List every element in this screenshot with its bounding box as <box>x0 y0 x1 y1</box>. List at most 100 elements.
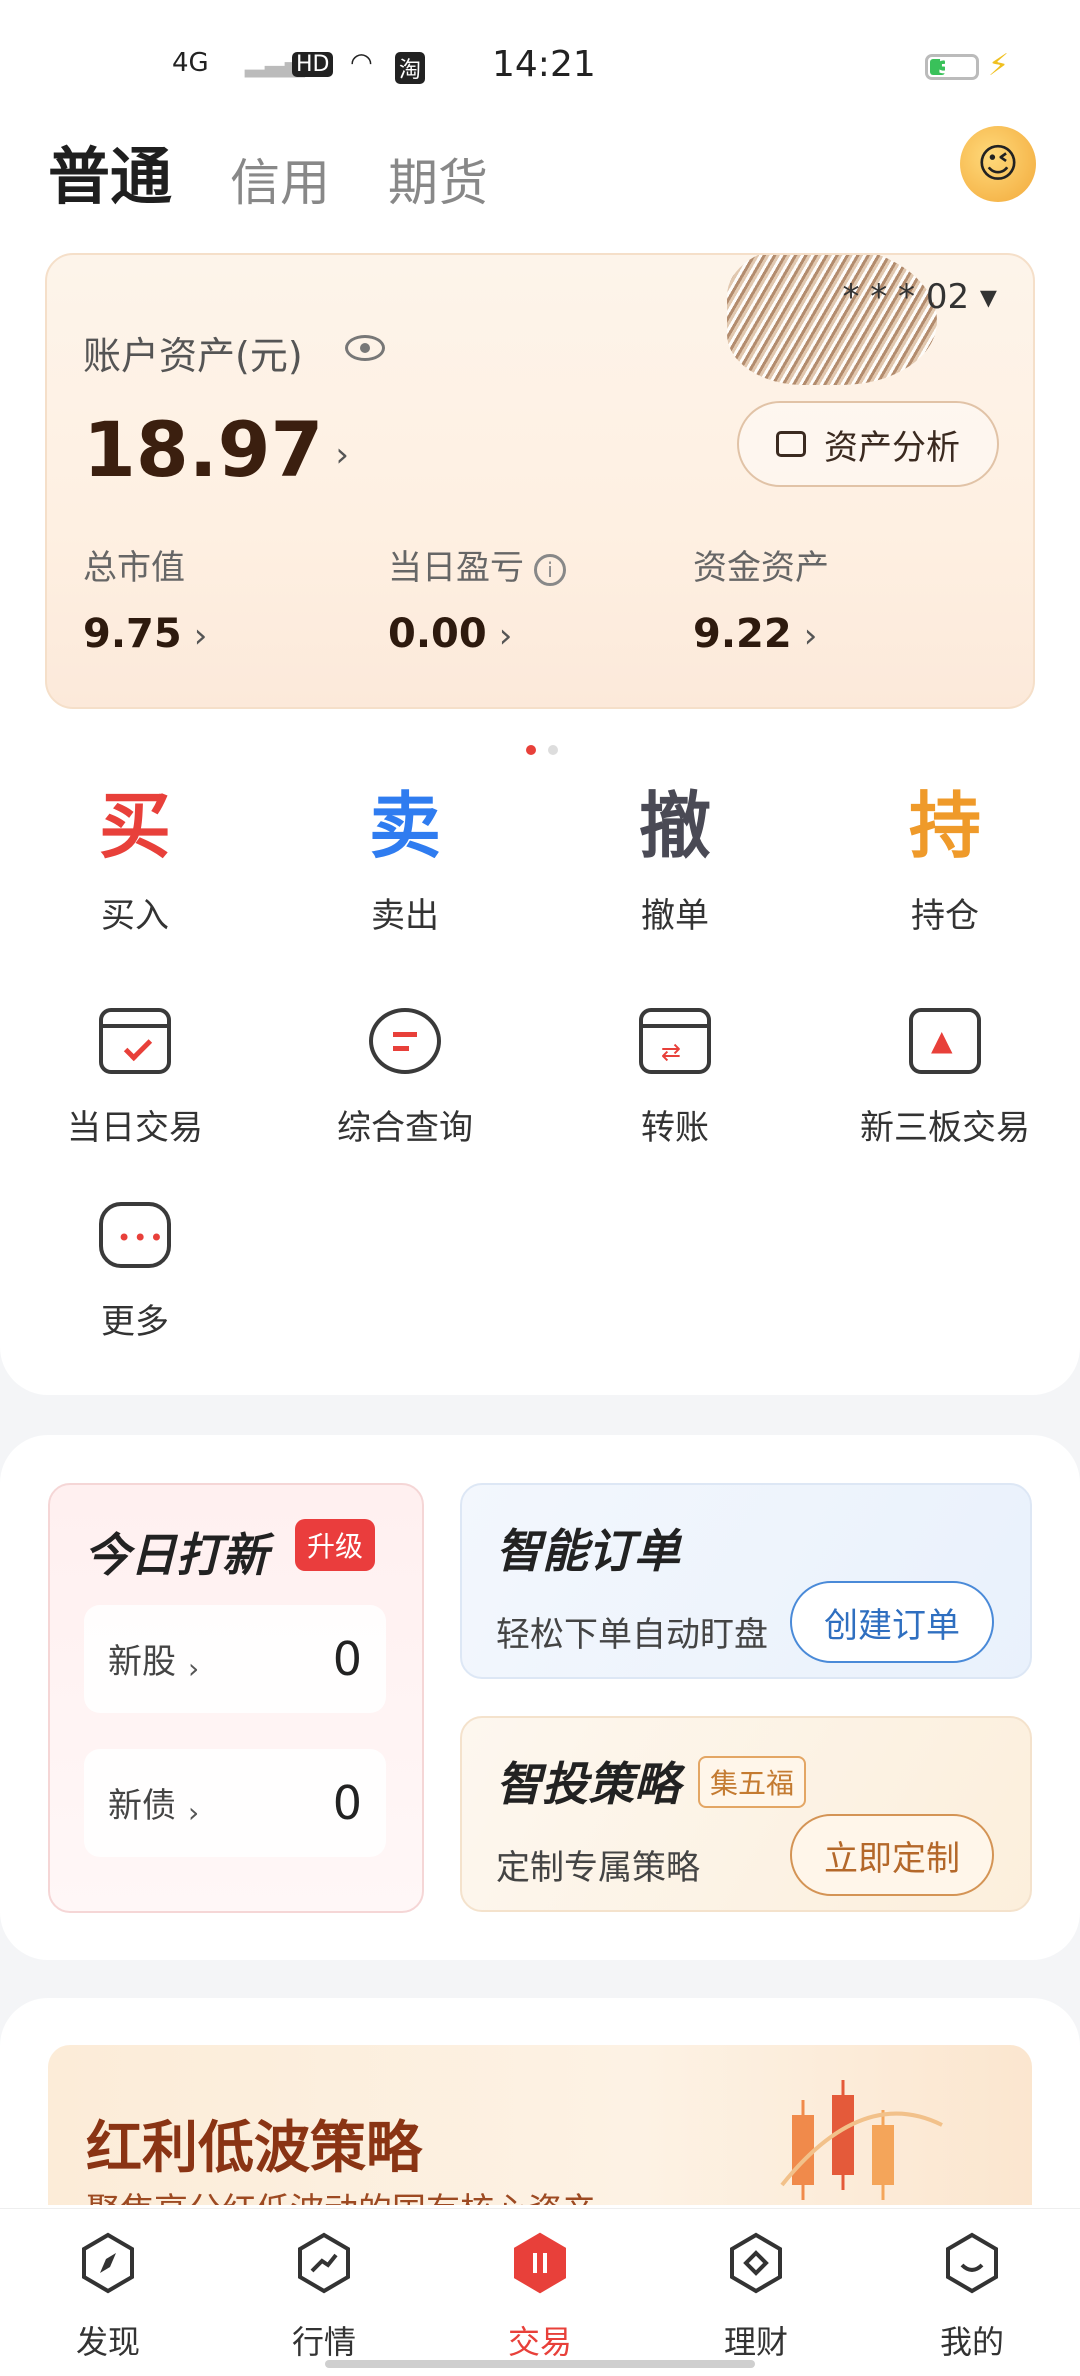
metric-value: 9.22 <box>693 611 792 657</box>
compass-icon <box>82 2232 134 2294</box>
nav-profile-label: 我的 <box>939 2323 1004 2361</box>
cancel-order-button[interactable]: 撤 撤单 <box>540 790 810 937</box>
tab-credit[interactable]: 信用 <box>230 158 330 208</box>
wifi-icon: ◠ <box>350 48 373 78</box>
chevron-right-icon: › <box>335 435 350 475</box>
more-label: 更多 <box>101 1302 169 1342</box>
transfer-button[interactable]: ⇄ 转账 <box>540 1008 810 1149</box>
metric-label: 总市值 <box>83 548 185 588</box>
bottom-nav: 发现 行情 交易 理财 我的 <box>0 2208 1080 2376</box>
nav-wealth-label: 理财 <box>723 2323 788 2361</box>
signal-4g-icon: 4G <box>172 48 209 78</box>
new-bond-label: 新债 <box>108 1785 176 1826</box>
cancel-order-icon: 撤 <box>638 784 711 868</box>
diamond-icon <box>730 2232 782 2294</box>
chevron-right-icon: › <box>803 616 818 656</box>
metric-value: 9.75 <box>83 611 182 657</box>
search-query-icon <box>369 1008 441 1074</box>
positions-button[interactable]: 持 持仓 <box>810 790 1080 937</box>
new-bond-count: 0 <box>332 1776 362 1830</box>
positions-label: 持仓 <box>911 896 979 936</box>
chevron-right-icon: › <box>188 1795 200 1829</box>
strategy-subtitle: 定制专属策略 <box>496 1848 700 1888</box>
metric-cash[interactable]: 资金资产 9.22 › <box>693 540 998 657</box>
new-stock-row[interactable]: 新股 › 0 <box>84 1605 386 1713</box>
sell-button[interactable]: 卖 卖出 <box>270 790 540 937</box>
banner-title: 红利低波策略 <box>86 2116 422 2181</box>
smart-order-card[interactable]: 智能订单 轻松下单自动盯盘 创建订单 <box>460 1483 1032 1679</box>
page-dot-active <box>526 745 536 755</box>
buy-label: 买入 <box>101 896 169 936</box>
promo-banner[interactable]: 红利低波策略 聚焦高分红低波动的国有核心资产 <box>48 2045 1032 2205</box>
today-trades-label: 当日交易 <box>67 1108 203 1148</box>
query-button[interactable]: 综合查询 <box>270 1008 540 1149</box>
home-indicator[interactable] <box>325 2360 755 2368</box>
query-label: 综合查询 <box>337 1108 473 1148</box>
transfer-icon: ⇄ <box>639 1008 711 1074</box>
nav-discover-label: 发现 <box>75 2323 140 2361</box>
strategy-card[interactable]: 智投策略 集五福 定制专属策略 立即定制 <box>460 1716 1032 1912</box>
smart-order-subtitle: 轻松下单自动盯盘 <box>496 1615 768 1655</box>
asset-analysis-button[interactable]: 资产分析 <box>737 401 999 487</box>
ipo-title: 今日打新 <box>84 1528 268 1582</box>
sell-label: 卖出 <box>371 896 439 936</box>
nav-discover[interactable]: 发现 <box>0 2231 216 2363</box>
customize-now-button[interactable]: 立即定制 <box>790 1814 994 1896</box>
buy-button[interactable]: 买 买入 <box>0 790 270 937</box>
today-trades-button[interactable]: 当日交易 <box>0 1008 270 1149</box>
account-type-tabs: 普通 信用 期货 <box>48 128 546 209</box>
analysis-icon <box>776 431 806 457</box>
tab-futures[interactable]: 期货 <box>388 158 488 208</box>
metric-daily-pnl[interactable]: 当日盈亏 i 0.00 › <box>388 540 693 657</box>
carousel-indicator <box>520 740 564 759</box>
sell-icon: 卖 <box>368 784 441 868</box>
info-icon[interactable]: i <box>534 553 566 586</box>
masked-account-scribble <box>727 255 937 385</box>
transfer-label: 转账 <box>641 1108 709 1148</box>
nav-wealth[interactable]: 理财 <box>648 2231 864 2363</box>
eye-icon[interactable] <box>345 335 385 361</box>
ipo-card[interactable]: 今日打新 升级 新股 › 0 新债 › 0 <box>48 1483 424 1913</box>
asset-metrics: 总市值 9.75 › 当日盈亏 i 0.00 › 资金资产 9.22 › <box>83 540 1003 657</box>
mascot-avatar[interactable]: 😉 <box>960 126 1036 202</box>
cancel-order-label: 撤单 <box>641 896 709 936</box>
metric-value: 0.00 <box>388 611 487 657</box>
banner-subtitle: 聚焦高分红低波动的国有核心资产 <box>86 2183 596 2205</box>
new-bond-row[interactable]: 新债 › 0 <box>84 1749 386 1857</box>
smart-order-title: 智能订单 <box>496 1524 680 1578</box>
status-bar: 4G ▂▃▄ HD ◠ 淘 14:21 31 ⚡ <box>0 0 1080 130</box>
battery-icon: 31 <box>925 54 979 80</box>
asset-total-value: 18.97 <box>83 405 324 494</box>
neeq-trade-label: 新三板交易 <box>860 1108 1030 1148</box>
upgrade-badge: 升级 <box>295 1519 376 1571</box>
charging-icon: ⚡ <box>988 48 1010 83</box>
page-dot <box>548 745 558 755</box>
metric-market-value[interactable]: 总市值 9.75 › <box>83 540 388 657</box>
nav-market[interactable]: 行情 <box>216 2231 432 2363</box>
account-selector[interactable]: * * * 02 ▾ <box>842 277 997 317</box>
metric-label: 当日盈亏 <box>388 548 524 588</box>
candlestick-art-icon <box>780 2080 943 2200</box>
more-button[interactable]: ••• 更多 <box>0 1202 270 1343</box>
metric-label: 资金资产 <box>693 548 829 588</box>
new-stock-count: 0 <box>332 1632 362 1686</box>
hd-icon: HD <box>292 52 334 77</box>
taobao-icon: 淘 <box>395 52 426 84</box>
positions-icon: 持 <box>908 784 981 868</box>
nav-profile[interactable]: 我的 <box>864 2231 1080 2363</box>
asset-total[interactable]: 18.97 › <box>83 405 349 494</box>
asset-label: 账户资产(元) <box>83 334 303 378</box>
create-order-button[interactable]: 创建订单 <box>790 1581 994 1663</box>
neeq-trade-button[interactable]: ▲ 新三板交易 <box>810 1008 1080 1149</box>
tab-normal[interactable]: 普通 <box>48 146 172 208</box>
asset-card: * * * 02 ▾ 账户资产(元) 18.97 › 资产分析 总市值 9.75 ›… <box>45 253 1035 709</box>
nav-market-label: 行情 <box>291 2323 356 2361</box>
chevron-right-icon: › <box>498 616 513 656</box>
battery-level: 31 <box>938 54 966 78</box>
nav-trade[interactable]: 交易 <box>432 2231 648 2363</box>
monitor-chart-icon: ▲ <box>909 1008 981 1074</box>
chevron-right-icon: › <box>188 1651 200 1685</box>
trend-icon <box>298 2232 350 2294</box>
strategy-title: 智投策略 <box>496 1757 680 1811</box>
profile-icon <box>946 2232 998 2294</box>
